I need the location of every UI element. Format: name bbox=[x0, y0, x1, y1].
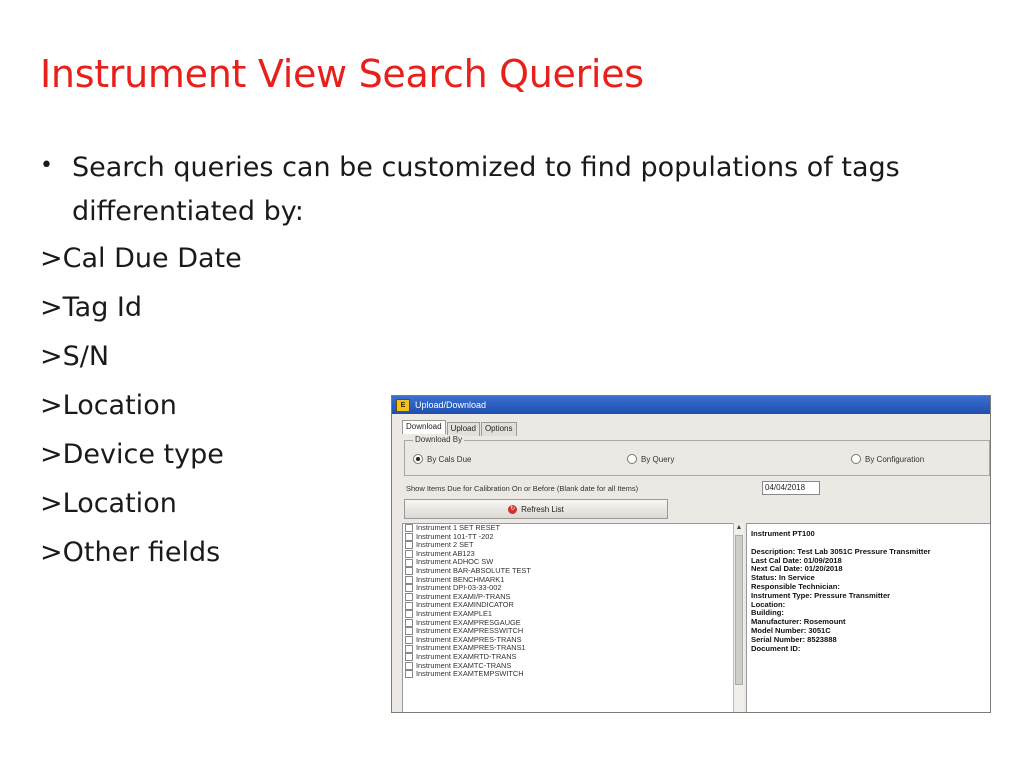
checkbox-icon[interactable] bbox=[405, 558, 413, 567]
checkbox-icon[interactable] bbox=[405, 541, 413, 550]
detail-document-id: Document ID: bbox=[751, 643, 801, 653]
instrument-detail-panel: Instrument PT100 Description: Test Lab 3… bbox=[746, 523, 990, 712]
checkbox-icon[interactable] bbox=[405, 670, 413, 679]
radio-unchecked-icon bbox=[627, 454, 637, 464]
download-by-group: Download By By Cals Due By Query By Conf… bbox=[404, 435, 990, 476]
instrument-list: Instrument 1 SET RESET Instrument 101-TT… bbox=[402, 523, 744, 712]
checkbox-icon[interactable] bbox=[405, 524, 413, 533]
window-title: Upload/Download bbox=[415, 400, 487, 410]
checkbox-icon[interactable] bbox=[405, 550, 413, 559]
tab-options[interactable]: Options bbox=[480, 422, 517, 436]
show-items-label: Show Items Due for Calibration On or Bef… bbox=[406, 484, 639, 493]
checkbox-icon[interactable] bbox=[405, 567, 413, 576]
detail-heading: Instrument PT100 bbox=[751, 529, 815, 538]
bullet-item: • Search queries can be customized to fi… bbox=[40, 146, 940, 234]
radio-label: By Cals Due bbox=[427, 454, 472, 464]
app-logo-icon: E bbox=[396, 398, 410, 412]
checkbox-icon[interactable] bbox=[405, 575, 413, 584]
detail-instrument-type: Instrument Type: Pressure Transmitter bbox=[751, 590, 891, 600]
calibration-date-input[interactable]: 04/04/2018 bbox=[762, 481, 820, 495]
download-by-label: Download By bbox=[413, 435, 465, 444]
radio-by-cals-due[interactable]: By Cals Due bbox=[413, 454, 471, 464]
radio-label: By Configuration bbox=[865, 454, 925, 464]
list-item-label: Instrument EXAMTEMPSWITCH bbox=[416, 669, 524, 679]
refresh-list-button[interactable]: ↻ Refresh List bbox=[404, 499, 668, 519]
scroll-thumb[interactable] bbox=[735, 535, 743, 685]
radio-by-configuration[interactable]: By Configuration bbox=[851, 454, 924, 464]
checkbox-icon[interactable] bbox=[405, 644, 413, 653]
field-cal-due-date: >Cal Due Date bbox=[40, 243, 242, 274]
checkbox-icon[interactable] bbox=[405, 610, 413, 619]
refresh-label: Refresh List bbox=[521, 504, 564, 514]
refresh-icon: ↻ bbox=[508, 504, 518, 514]
checkbox-icon[interactable] bbox=[405, 584, 413, 593]
checkbox-icon[interactable] bbox=[405, 593, 413, 602]
slide-title: Instrument View Search Queries bbox=[40, 52, 644, 96]
list-scrollbar[interactable]: ▲ bbox=[733, 523, 744, 712]
window-titlebar: E Upload/Download bbox=[392, 396, 990, 414]
field-tag-id: >Tag Id bbox=[40, 292, 143, 323]
checkbox-icon[interactable] bbox=[405, 653, 413, 662]
checkbox-icon[interactable] bbox=[405, 618, 413, 627]
checkbox-icon[interactable] bbox=[405, 532, 413, 541]
bullet-text: Search queries can be customized to find… bbox=[72, 152, 900, 227]
radio-by-query[interactable]: By Query bbox=[627, 454, 674, 464]
radio-checked-icon bbox=[413, 454, 423, 464]
tab-strip: Download Upload Options bbox=[402, 420, 518, 436]
checkbox-icon[interactable] bbox=[405, 661, 413, 670]
upload-download-window: E Upload/Download Download Upload Option… bbox=[391, 395, 991, 713]
checkbox-icon[interactable] bbox=[405, 627, 413, 636]
radio-unchecked-icon bbox=[851, 454, 861, 464]
checkbox-icon[interactable] bbox=[405, 601, 413, 610]
checkbox-icon[interactable] bbox=[405, 636, 413, 645]
field-serial-number: >S/N bbox=[40, 341, 110, 372]
radio-label: By Query bbox=[641, 454, 675, 464]
scroll-up-arrow-icon[interactable]: ▲ bbox=[734, 523, 744, 533]
detail-location: Location: bbox=[751, 599, 786, 609]
bullet-dot-icon: • bbox=[40, 153, 53, 178]
tab-download[interactable]: Download bbox=[402, 420, 446, 434]
list-item[interactable]: Instrument EXAMTEMPSWITCH bbox=[403, 669, 743, 679]
tab-upload[interactable]: Upload bbox=[446, 422, 480, 436]
